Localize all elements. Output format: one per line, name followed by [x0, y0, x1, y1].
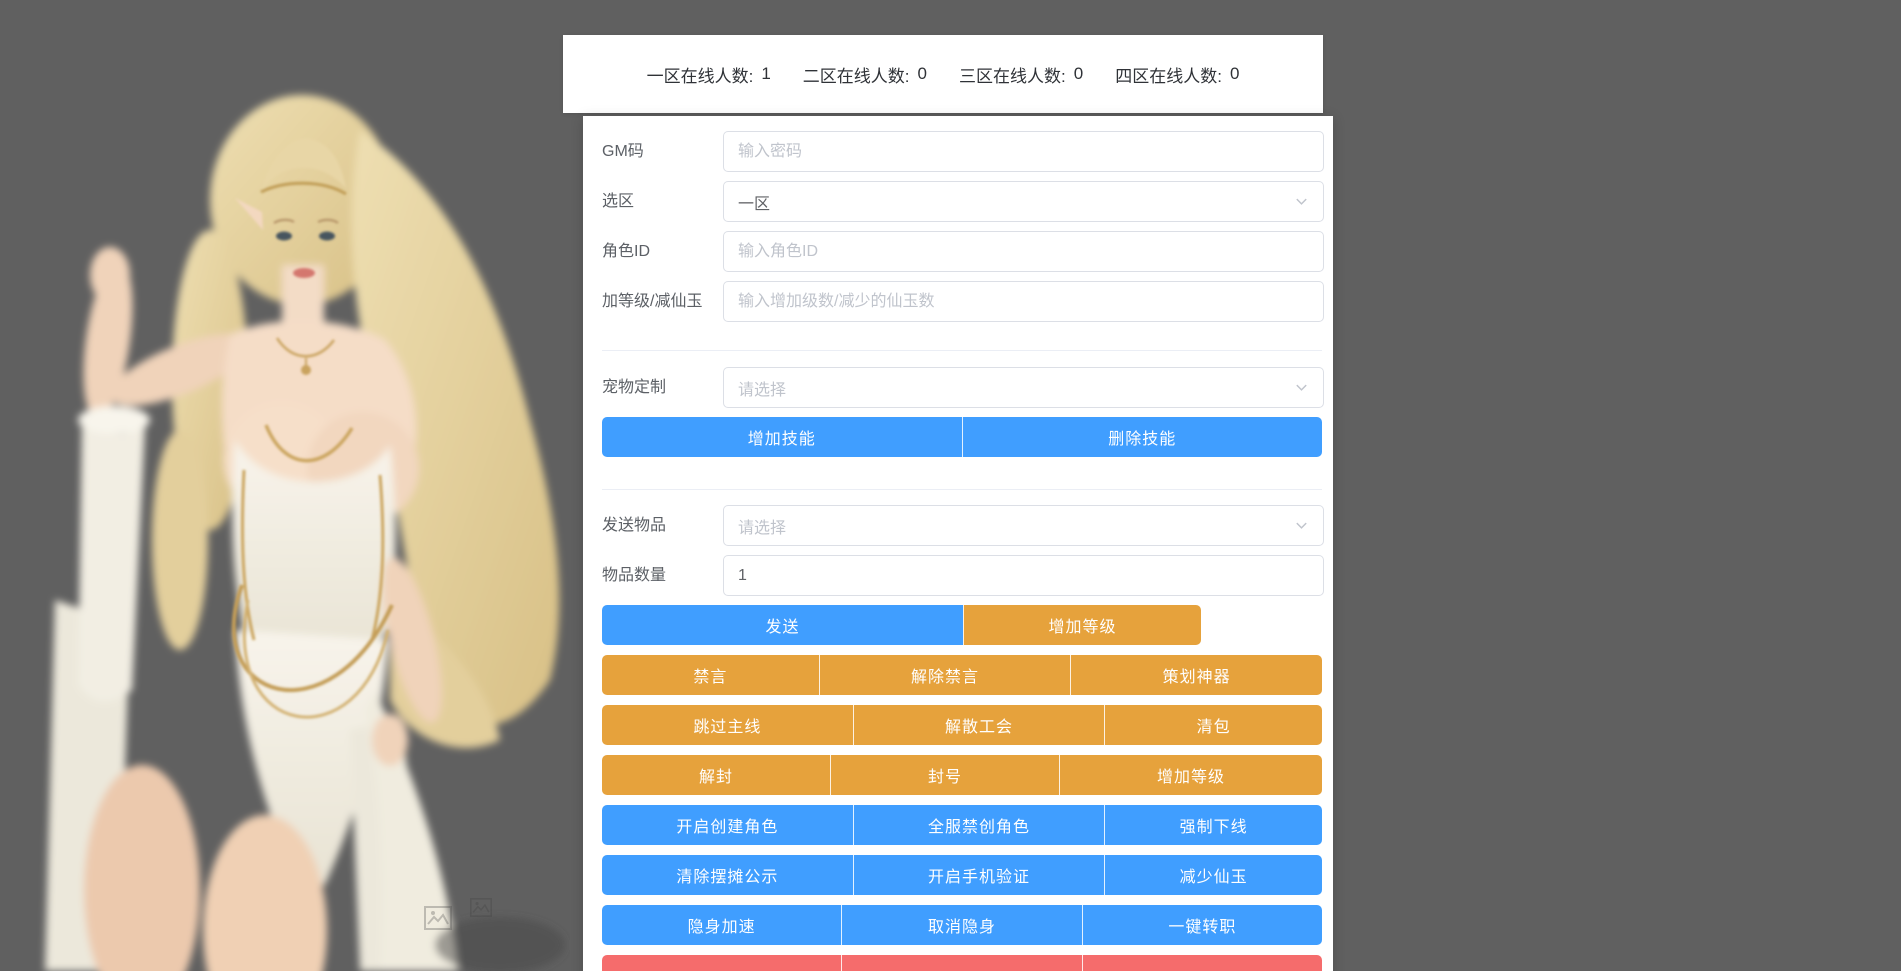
pet-custom-label: 宠物定制	[602, 367, 720, 408]
page: 一区在线人数: 1 二区在线人数: 0 三区在线人数: 0 四区在线人数: 0 GM码 …	[0, 0, 1901, 971]
online-stats-bar: 一区在线人数: 1 二区在线人数: 0 三区在线人数: 0 四区在线人数: 0	[563, 35, 1323, 113]
level-jade-label: 加等级/减仙玉	[602, 281, 720, 322]
ban-button[interactable]: 封号	[830, 755, 1059, 795]
online-stat-label: 四区在线人数:	[1115, 62, 1222, 87]
clear-bag-button[interactable]: 清包	[1104, 705, 1322, 745]
form-row-role-id: 角色ID	[583, 231, 1333, 272]
section-divider	[602, 489, 1322, 490]
clear-stall-notice-button[interactable]: 清除摆摊公示	[602, 855, 853, 895]
form-row-pet-custom: 宠物定制 请选择	[583, 367, 1333, 408]
action-button-row: 解封 封号 增加等级	[602, 755, 1322, 795]
add-level-button[interactable]: 增加等级	[963, 605, 1201, 645]
zone-label: 选区	[602, 181, 720, 222]
forbid-create-role-button[interactable]: 全服禁创角色	[853, 805, 1105, 845]
zone-select-value: 一区	[738, 190, 770, 214]
online-stat-zone4: 四区在线人数: 0	[1115, 62, 1239, 87]
force-offline-button[interactable]: 强制下线	[1104, 805, 1322, 845]
unmute-button[interactable]: 解除禁言	[819, 655, 1071, 695]
character-art-svg	[30, 40, 570, 971]
form-row-level-jade: 加等级/减仙玉	[583, 281, 1333, 322]
gm-code-label: GM码	[602, 131, 720, 172]
pet-custom-placeholder: 请选择	[738, 376, 786, 400]
level-jade-input[interactable]	[723, 281, 1324, 322]
zone-select[interactable]: 一区	[723, 181, 1324, 222]
chevron-down-icon	[1294, 518, 1309, 533]
elf-character-illustration	[30, 40, 570, 971]
disband-guild-button[interactable]: 解散工会	[853, 705, 1105, 745]
enable-phone-verify-button[interactable]: 开启手机验证	[853, 855, 1105, 895]
add-skill-button[interactable]: 增加技能	[602, 417, 962, 457]
online-stat-value: 0	[918, 64, 927, 84]
role-id-input[interactable]	[723, 231, 1324, 272]
send-button[interactable]: 发送	[602, 605, 963, 645]
danger-button-3[interactable]	[1082, 955, 1322, 971]
add-level-alt-button[interactable]: 增加等级	[1059, 755, 1322, 795]
broken-image-icon	[424, 906, 452, 935]
cancel-stealth-button[interactable]: 取消隐身	[841, 905, 1081, 945]
form-row-gm-code: GM码	[583, 131, 1333, 172]
send-button-row: 发送 增加等级	[602, 605, 1322, 645]
online-stat-value: 0	[1074, 64, 1083, 84]
action-button-row: 跳过主线 解散工会 清包	[602, 705, 1322, 745]
gm-code-input[interactable]	[723, 131, 1324, 172]
stealth-speed-button[interactable]: 隐身加速	[602, 905, 841, 945]
broken-image-icon	[470, 898, 492, 922]
online-stat-value: 0	[1230, 64, 1239, 84]
online-stat-label: 一区在线人数:	[647, 62, 754, 87]
danger-button-2[interactable]	[841, 955, 1081, 971]
unban-button[interactable]: 解封	[602, 755, 830, 795]
action-button-row-danger	[602, 955, 1322, 971]
action-button-row: 开启创建角色 全服禁创角色 强制下线	[602, 805, 1322, 845]
online-stat-zone1: 一区在线人数: 1	[647, 62, 771, 87]
item-count-input[interactable]	[723, 555, 1324, 596]
remove-skill-button[interactable]: 删除技能	[962, 417, 1323, 457]
enable-create-role-button[interactable]: 开启创建角色	[602, 805, 853, 845]
online-stat-zone2: 二区在线人数: 0	[803, 62, 927, 87]
item-count-label: 物品数量	[602, 555, 720, 596]
send-item-select[interactable]: 请选择	[723, 505, 1324, 546]
gm-panel: GM码 选区 一区 角色ID 加等级/减仙玉 宠物定制 请选择	[583, 116, 1333, 971]
chevron-down-icon	[1294, 194, 1309, 209]
role-id-label: 角色ID	[602, 231, 720, 272]
action-button-row: 隐身加速 取消隐身 一键转职	[602, 905, 1322, 945]
action-button-row: 禁言 解除禁言 策划神器	[602, 655, 1322, 695]
skip-mainline-button[interactable]: 跳过主线	[602, 705, 853, 745]
danger-button-1[interactable]	[602, 955, 841, 971]
send-item-label: 发送物品	[602, 505, 720, 546]
chevron-down-icon	[1294, 380, 1309, 395]
online-stat-label: 二区在线人数:	[803, 62, 910, 87]
online-stat-label: 三区在线人数:	[959, 62, 1066, 87]
reduce-jade-button[interactable]: 减少仙玉	[1104, 855, 1322, 895]
online-stat-value: 1	[761, 64, 770, 84]
one-key-job-change-button[interactable]: 一键转职	[1082, 905, 1322, 945]
form-row-item-count: 物品数量	[583, 555, 1333, 596]
form-row-zone: 选区 一区	[583, 181, 1333, 222]
pet-custom-select[interactable]: 请选择	[723, 367, 1324, 408]
planner-tool-button[interactable]: 策划神器	[1070, 655, 1322, 695]
skill-button-row: 增加技能 删除技能	[602, 417, 1322, 457]
section-divider	[602, 350, 1322, 351]
online-stat-zone3: 三区在线人数: 0	[959, 62, 1083, 87]
action-button-row: 清除摆摊公示 开启手机验证 减少仙玉	[602, 855, 1322, 895]
form-row-send-item: 发送物品 请选择	[583, 505, 1333, 546]
send-item-placeholder: 请选择	[738, 514, 786, 538]
mute-button[interactable]: 禁言	[602, 655, 819, 695]
